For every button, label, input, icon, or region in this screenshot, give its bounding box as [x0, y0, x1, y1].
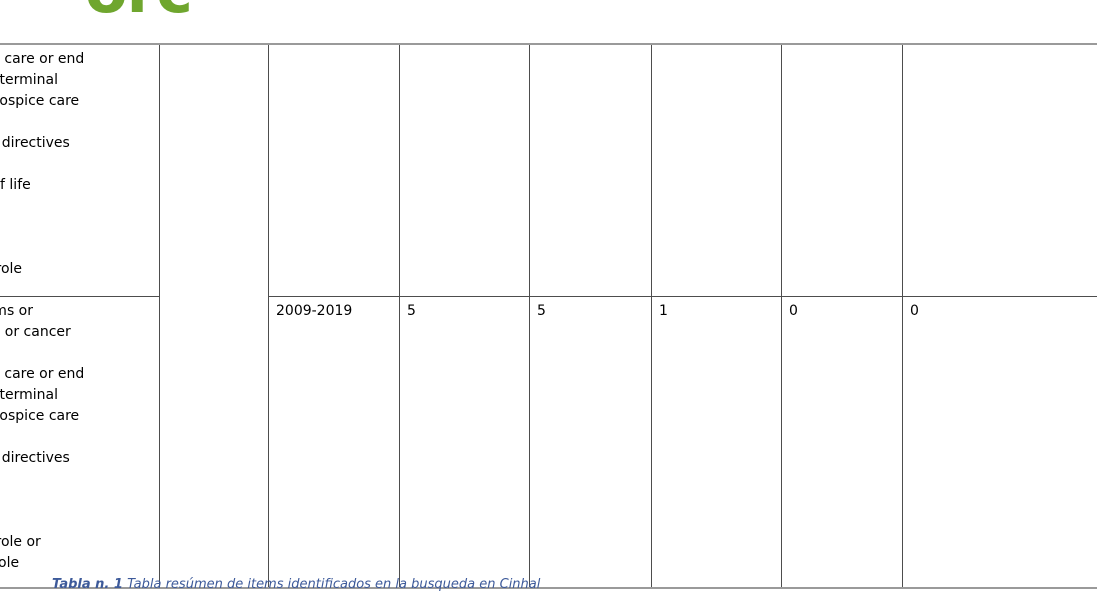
cell-database-merged: [160, 44, 269, 588]
page-header-logo-band: orc: [0, 0, 1097, 40]
cell-count-3: 1: [652, 297, 782, 589]
cell-search-query: Palliative care or end of life or termin…: [0, 44, 160, 297]
brand-logo-wordmark: orc: [85, 0, 192, 22]
cell-count-5: [903, 44, 1097, 297]
cell-count-2: [530, 44, 652, 297]
cell-search-query: Neoplasms or oncology or cancer AND Pall…: [0, 297, 160, 589]
table-body: Palliative care or end of life or termin…: [0, 44, 1097, 588]
cell-count-5: 0: [903, 297, 1097, 589]
search-results-table: Palliative care or end of life or termin…: [0, 43, 1097, 589]
cell-count-1: 5: [400, 297, 530, 589]
cell-count-1: [400, 44, 530, 297]
cell-count-4: 0: [782, 297, 903, 589]
table-row: Palliative care or end of life or termin…: [0, 44, 1097, 297]
cell-count-4: [782, 44, 903, 297]
cell-year-range: [269, 44, 400, 297]
cell-count-2: 5: [530, 297, 652, 589]
cell-year-range: 2009-2019: [269, 297, 400, 589]
cell-count-3: [652, 44, 782, 297]
